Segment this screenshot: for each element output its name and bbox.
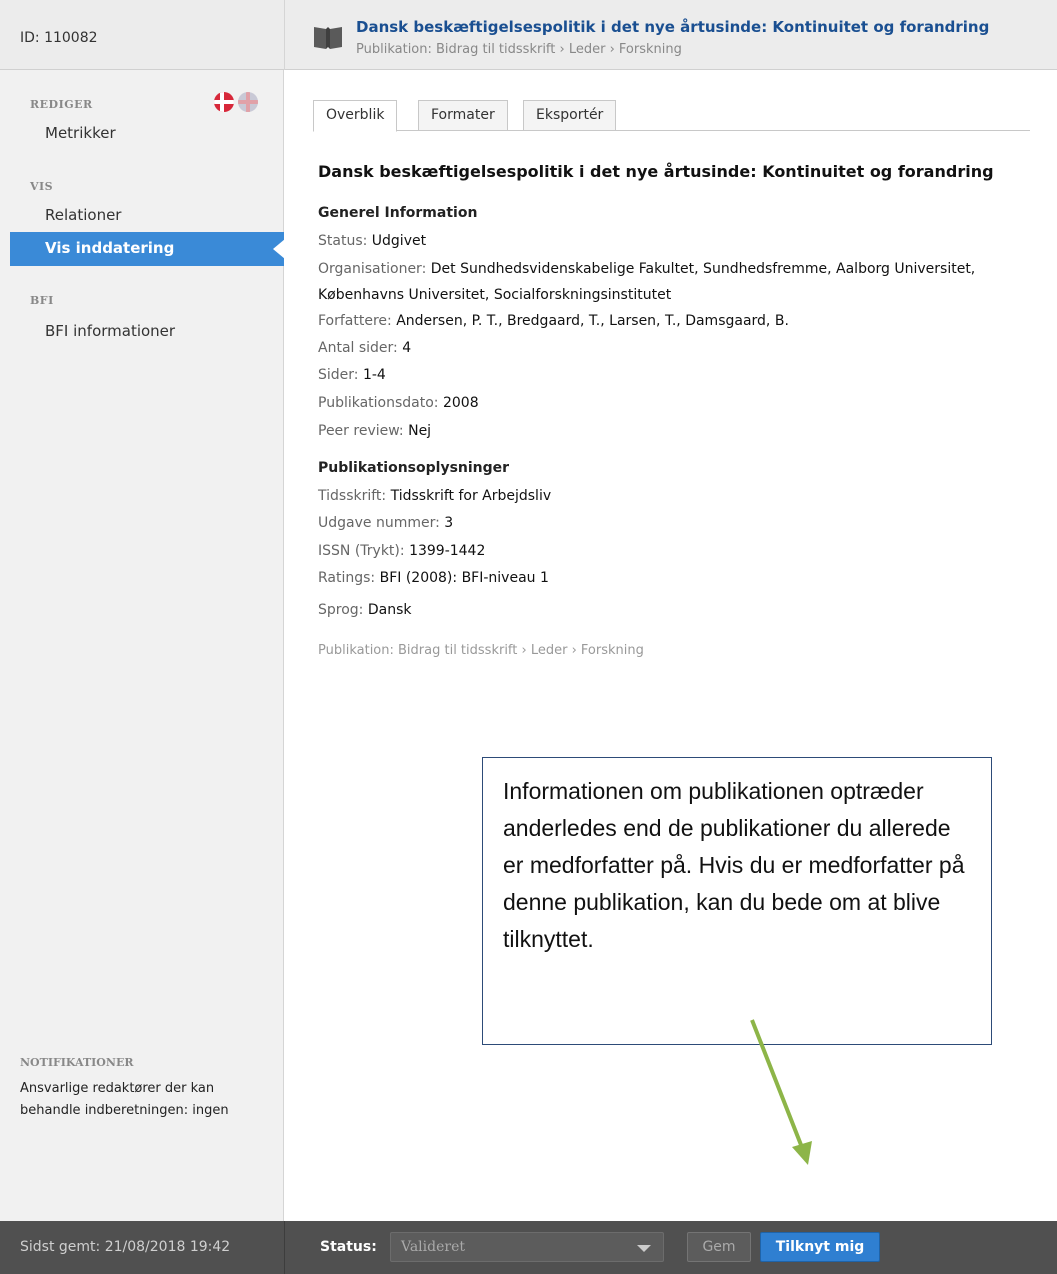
sidebar-item-bfi-informationer[interactable]: BFI informationer bbox=[45, 322, 175, 340]
page-count-key: Antal sider: bbox=[318, 340, 398, 356]
language-switcher bbox=[214, 92, 262, 112]
callout-box: Informationen om publikationen optræder … bbox=[482, 757, 992, 1045]
claim-authorship-button[interactable]: Tilknyt mig bbox=[760, 1232, 880, 1262]
tab-overblik[interactable]: Overblik bbox=[313, 100, 398, 132]
issue-key: Udgave nummer: bbox=[318, 515, 440, 531]
sidebar-item-vis-inddatering[interactable]: Vis inddatering bbox=[10, 232, 285, 266]
peer-review-value: Nej bbox=[408, 423, 432, 439]
sidebar-item-label: Vis inddatering bbox=[45, 239, 175, 257]
authors-row: Forfattere: Andersen, P. T., Bredgaard, … bbox=[318, 308, 1028, 334]
language-row: Sprog: Dansk bbox=[318, 597, 1028, 623]
record-id: ID: 110082 bbox=[20, 30, 98, 46]
authors-key: Forfattere: bbox=[318, 313, 392, 329]
publication-date-row: Publikationsdato: 2008 bbox=[318, 390, 1028, 416]
pages-key: Sider: bbox=[318, 367, 359, 383]
header-divider bbox=[284, 0, 285, 70]
organisations-row: Organisationer: Det Sundhedsvidenskabeli… bbox=[318, 256, 1028, 308]
issn-row: ISSN (Trykt): 1399-1442 bbox=[318, 538, 1028, 564]
bottom-divider bbox=[284, 1221, 285, 1274]
page-count-value: 4 bbox=[402, 340, 412, 356]
pages-row: Sider: 1-4 bbox=[318, 362, 1028, 388]
sidebar-item-relationer[interactable]: Relationer bbox=[45, 206, 121, 224]
ratings-row: Ratings: BFI (2008): BFI-niveau 1 bbox=[318, 565, 1028, 591]
footer-breadcrumb: Publikation: Bidrag til tidsskrift › Led… bbox=[318, 643, 644, 658]
issue-row: Udgave nummer: 3 bbox=[318, 510, 1028, 536]
tab-eksporter[interactable]: Eksportér bbox=[523, 100, 617, 131]
sidebar: REDIGER Metrikker VIS Relationer Vis ind… bbox=[0, 70, 285, 1221]
general-info-heading: Generel Information bbox=[318, 205, 478, 221]
sidebar-section-bfi: BFI bbox=[30, 294, 54, 307]
active-indicator bbox=[273, 239, 285, 259]
issue-value: 3 bbox=[444, 515, 454, 531]
journal-key: Tidsskrift: bbox=[318, 488, 387, 504]
bottom-bar: Sidst gemt: 21/08/2018 19:42 Status: Val… bbox=[0, 1221, 1057, 1274]
book-icon bbox=[314, 27, 342, 49]
journal-row: Tidsskrift: Tidsskrift for Arbejdsliv bbox=[318, 483, 1028, 509]
language-key: Sprog: bbox=[318, 602, 364, 618]
ratings-key: Ratings: bbox=[318, 570, 376, 586]
sidebar-section-rediger: REDIGER bbox=[30, 98, 93, 111]
sidebar-section-vis: VIS bbox=[30, 180, 54, 193]
status-label: Status: bbox=[320, 1239, 377, 1255]
notifications-title: NOTIFIKATIONER bbox=[20, 1056, 134, 1069]
status-select[interactable]: Valideret bbox=[390, 1232, 664, 1262]
top-header: ID: 110082 Dansk beskæftigelsespolitik i… bbox=[0, 0, 1057, 70]
organisations-key: Organisationer: bbox=[318, 261, 427, 277]
peer-review-row: Peer review: Nej bbox=[318, 418, 1028, 444]
callout-text: Informationen om publikationen optræder … bbox=[503, 778, 965, 952]
english-flag-icon[interactable] bbox=[238, 92, 258, 112]
status-value: Udgivet bbox=[371, 233, 427, 249]
page-title: Dansk beskæftigelsespolitik i det nye år… bbox=[318, 162, 994, 181]
pages-value: 1-4 bbox=[362, 367, 386, 383]
language-value: Dansk bbox=[367, 602, 412, 618]
status-select-value: Valideret bbox=[401, 1239, 465, 1255]
issn-key: ISSN (Trykt): bbox=[318, 543, 405, 559]
sidebar-item-metrikker[interactable]: Metrikker bbox=[45, 124, 116, 142]
danish-flag-icon[interactable] bbox=[214, 92, 234, 112]
status-key: Status: bbox=[318, 233, 368, 249]
save-button[interactable]: Gem bbox=[687, 1232, 751, 1262]
publication-info-heading: Publikationsoplysninger bbox=[318, 460, 510, 476]
journal-value: Tidsskrift for Arbejdsliv bbox=[390, 488, 552, 504]
page-count-row: Antal sider: 4 bbox=[318, 335, 1028, 361]
issn-value: 1399-1442 bbox=[409, 543, 486, 559]
publication-date-value: 2008 bbox=[442, 395, 479, 411]
notifications-text: Ansvarlige redaktører der kan behandle i… bbox=[20, 1081, 229, 1118]
last-saved-text: Sidst gemt: 21/08/2018 19:42 bbox=[20, 1239, 231, 1255]
breadcrumb: Publikation: Bidrag til tidsskrift › Led… bbox=[356, 42, 682, 57]
publication-title-link[interactable]: Dansk beskæftigelsespolitik i det nye år… bbox=[356, 18, 989, 36]
publication-date-key: Publikationsdato: bbox=[318, 395, 439, 411]
tab-formater[interactable]: Formater bbox=[418, 100, 508, 131]
ratings-value: BFI (2008): BFI-niveau 1 bbox=[379, 570, 549, 586]
arrow-annotation bbox=[750, 1019, 812, 1165]
peer-review-key: Peer review: bbox=[318, 423, 404, 439]
authors-value: Andersen, P. T., Bredgaard, T., Larsen, … bbox=[396, 313, 789, 329]
chevron-down-icon bbox=[637, 1245, 651, 1252]
status-row: Status: Udgivet bbox=[318, 228, 1028, 254]
